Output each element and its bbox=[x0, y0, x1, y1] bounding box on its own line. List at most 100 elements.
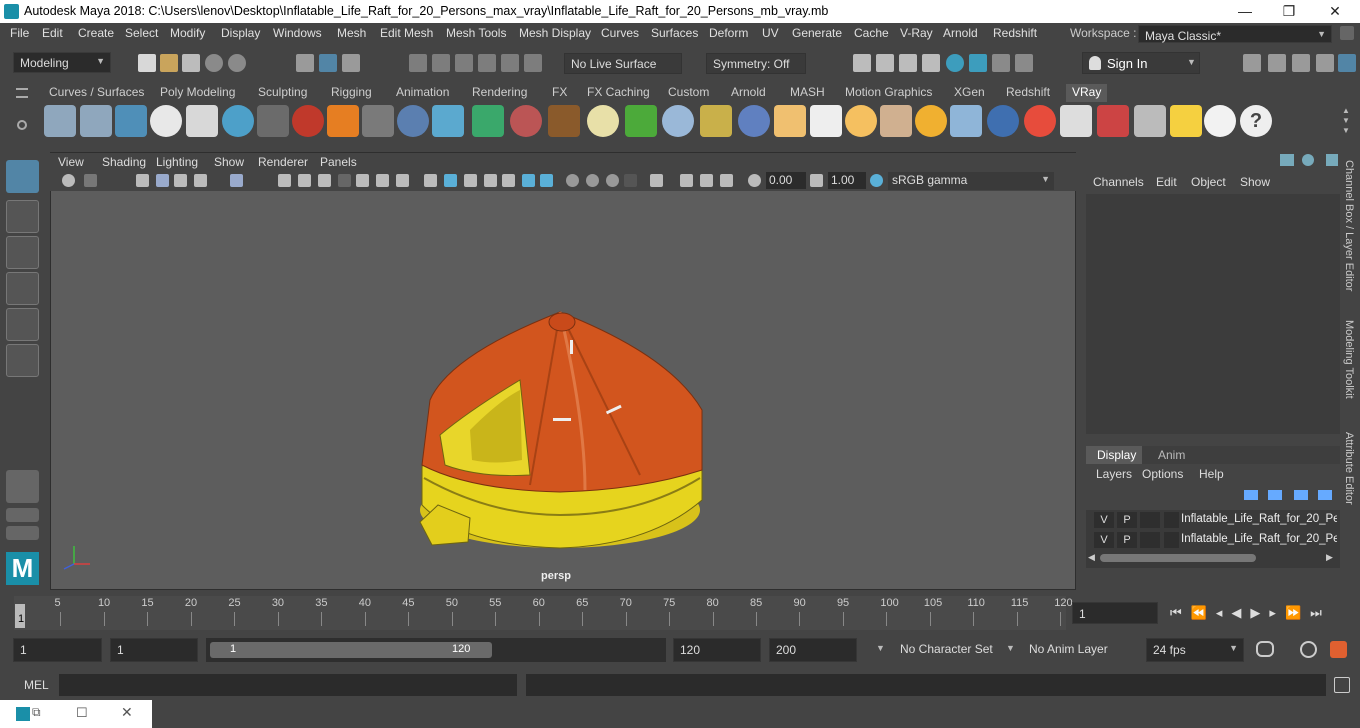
vray-settings-icon[interactable] bbox=[1134, 105, 1166, 137]
ipr-render-icon[interactable] bbox=[899, 54, 917, 72]
new-layer-icon[interactable] bbox=[1294, 490, 1308, 500]
vray-fur-icon[interactable] bbox=[662, 105, 694, 137]
step-back-key-icon[interactable]: ◂ bbox=[1216, 605, 1232, 620]
vray-material-icon[interactable] bbox=[292, 105, 324, 137]
2d-pan-icon[interactable] bbox=[174, 174, 187, 187]
snap-grid-icon[interactable] bbox=[409, 54, 427, 72]
vray-sphere-light-icon[interactable] bbox=[222, 105, 254, 137]
channel-box-toggle-icon[interactable] bbox=[1316, 54, 1334, 72]
character-set-dropdown[interactable]: No Character Set bbox=[894, 638, 1004, 662]
go-to-end-icon[interactable]: ⏭ bbox=[1310, 605, 1331, 620]
attribute-editor-icon[interactable] bbox=[1268, 54, 1286, 72]
menu-create[interactable]: Create bbox=[78, 26, 114, 40]
vray-wire-sphere-icon[interactable] bbox=[587, 105, 619, 137]
layer-name[interactable]: Inflatable_Life_Raft_for_20_Persons bbox=[1181, 533, 1337, 545]
isolate-select-icon[interactable] bbox=[650, 174, 663, 187]
anim-prefs-icon[interactable] bbox=[1330, 641, 1347, 658]
menu-edit-mesh[interactable]: Edit Mesh bbox=[380, 26, 433, 40]
textured-icon[interactable] bbox=[484, 174, 497, 187]
step-forward-key-icon[interactable]: ▸ bbox=[1269, 605, 1285, 620]
menu-curves[interactable]: Curves bbox=[601, 26, 639, 40]
vray-texture-icon[interactable] bbox=[548, 105, 580, 137]
layer-color-swatch[interactable] bbox=[1164, 512, 1179, 528]
vray-spot-light-icon[interactable] bbox=[810, 105, 842, 137]
vray-camera-icon[interactable] bbox=[257, 105, 289, 137]
tab-arnold[interactable]: Arnold bbox=[731, 85, 766, 99]
save-scene-icon[interactable] bbox=[182, 54, 200, 72]
rotate-tool-icon[interactable] bbox=[6, 308, 39, 341]
wireframe-on-shaded-icon[interactable] bbox=[464, 174, 477, 187]
tab-rendering[interactable]: Rendering bbox=[472, 85, 527, 99]
menu-edit[interactable]: Edit bbox=[42, 26, 63, 40]
menu-select[interactable]: Select bbox=[125, 26, 158, 40]
tab-animation[interactable]: Animation bbox=[396, 85, 449, 99]
layer-menu-layers[interactable]: Layers bbox=[1096, 467, 1132, 481]
vray-spline-icon[interactable] bbox=[700, 105, 732, 137]
xray-active-icon[interactable] bbox=[700, 174, 713, 187]
layer-name[interactable]: Inflatable_Life_Raft_for_20_Persons bbox=[1181, 513, 1337, 525]
command-language-label[interactable]: MEL bbox=[24, 678, 49, 692]
ambient-occlusion-icon[interactable] bbox=[540, 174, 553, 187]
menu-surfaces[interactable]: Surfaces bbox=[651, 26, 698, 40]
snap-view-icon[interactable] bbox=[478, 54, 496, 72]
gamma-icon[interactable] bbox=[810, 174, 823, 187]
scale-tool-icon[interactable] bbox=[6, 344, 39, 377]
script-editor-icon[interactable] bbox=[1334, 677, 1350, 693]
play-backwards-icon[interactable]: ◀ bbox=[1231, 605, 1250, 620]
vray-plane-icon[interactable] bbox=[362, 105, 394, 137]
grid-icon[interactable] bbox=[278, 174, 291, 187]
pause-icon[interactable] bbox=[1015, 54, 1033, 72]
loop-icon[interactable] bbox=[1256, 641, 1274, 657]
channel-box-settings-icon[interactable] bbox=[1280, 154, 1294, 166]
step-forward-icon[interactable]: ⏩ bbox=[1285, 605, 1310, 620]
gate-mask-icon[interactable] bbox=[338, 174, 351, 187]
vray-ies-light-icon[interactable] bbox=[880, 105, 912, 137]
four-view-layout-icon[interactable] bbox=[6, 508, 39, 522]
menu-file[interactable]: File bbox=[10, 26, 29, 40]
vray-dome-icon[interactable] bbox=[397, 105, 429, 137]
exposure-field[interactable]: 0.00 bbox=[766, 172, 806, 189]
tab-vray[interactable]: VRay bbox=[1066, 84, 1108, 102]
snap-point-icon[interactable] bbox=[455, 54, 473, 72]
range-bar[interactable] bbox=[210, 642, 492, 658]
workspace-settings-icon[interactable] bbox=[1340, 26, 1354, 40]
vp-menu-panels[interactable]: Panels bbox=[320, 155, 357, 169]
fps-dropdown[interactable]: 24 fps ▼ bbox=[1146, 638, 1244, 662]
select-object-icon[interactable] bbox=[319, 54, 337, 72]
tab-xgen[interactable]: XGen bbox=[954, 85, 985, 99]
tab-poly-modeling[interactable]: Poly Modeling bbox=[160, 85, 235, 99]
color-management-icon[interactable] bbox=[870, 174, 883, 187]
select-component-icon[interactable] bbox=[342, 54, 360, 72]
layer-visibility-toggle[interactable]: V bbox=[1094, 512, 1114, 528]
workspace-dropdown[interactable]: Maya Classic* ▼ bbox=[1138, 25, 1332, 43]
tool-settings-panel-icon[interactable] bbox=[1326, 154, 1338, 166]
layer-menu-options[interactable]: Options bbox=[1142, 467, 1183, 481]
restore-icon[interactable]: ⧉ bbox=[32, 705, 41, 720]
bookmark-icon[interactable] bbox=[136, 174, 149, 187]
sign-in-button[interactable]: Sign In ▼ bbox=[1082, 52, 1200, 74]
vray-frame-buffer-icon[interactable] bbox=[1097, 105, 1129, 137]
vray-fire-icon[interactable] bbox=[327, 105, 359, 137]
vray-sphere-icon[interactable] bbox=[987, 105, 1019, 137]
use-all-lights-icon[interactable] bbox=[502, 174, 515, 187]
field-chart-icon[interactable] bbox=[356, 174, 369, 187]
close-icon[interactable]: ✕ bbox=[121, 704, 133, 721]
vray-globe-icon[interactable] bbox=[510, 105, 542, 137]
vray-area-light-icon[interactable] bbox=[774, 105, 806, 137]
menu-uv[interactable]: UV bbox=[762, 26, 779, 40]
close-button[interactable]: ✕ bbox=[1312, 0, 1358, 23]
redshift-render-icon[interactable] bbox=[992, 54, 1010, 72]
layer-visibility-toggle[interactable]: V bbox=[1094, 532, 1114, 548]
step-back-icon[interactable]: ⏪ bbox=[1191, 605, 1216, 620]
gamma-field[interactable]: 1.00 bbox=[828, 172, 866, 189]
camera-attr-icon[interactable] bbox=[84, 174, 97, 187]
channel-menu-channels[interactable]: Channels bbox=[1093, 175, 1144, 189]
side-tab-attribute-editor[interactable]: Attribute Editor bbox=[1343, 432, 1355, 505]
menu-generate[interactable]: Generate bbox=[792, 26, 842, 40]
tab-anim[interactable]: Anim bbox=[1158, 448, 1185, 462]
life-raft-model[interactable] bbox=[410, 300, 720, 560]
lasso-tool-icon[interactable] bbox=[6, 200, 39, 233]
menu-mesh-display[interactable]: Mesh Display bbox=[519, 26, 591, 40]
channel-menu-object[interactable]: Object bbox=[1191, 175, 1226, 189]
film-gate-icon[interactable] bbox=[298, 174, 311, 187]
